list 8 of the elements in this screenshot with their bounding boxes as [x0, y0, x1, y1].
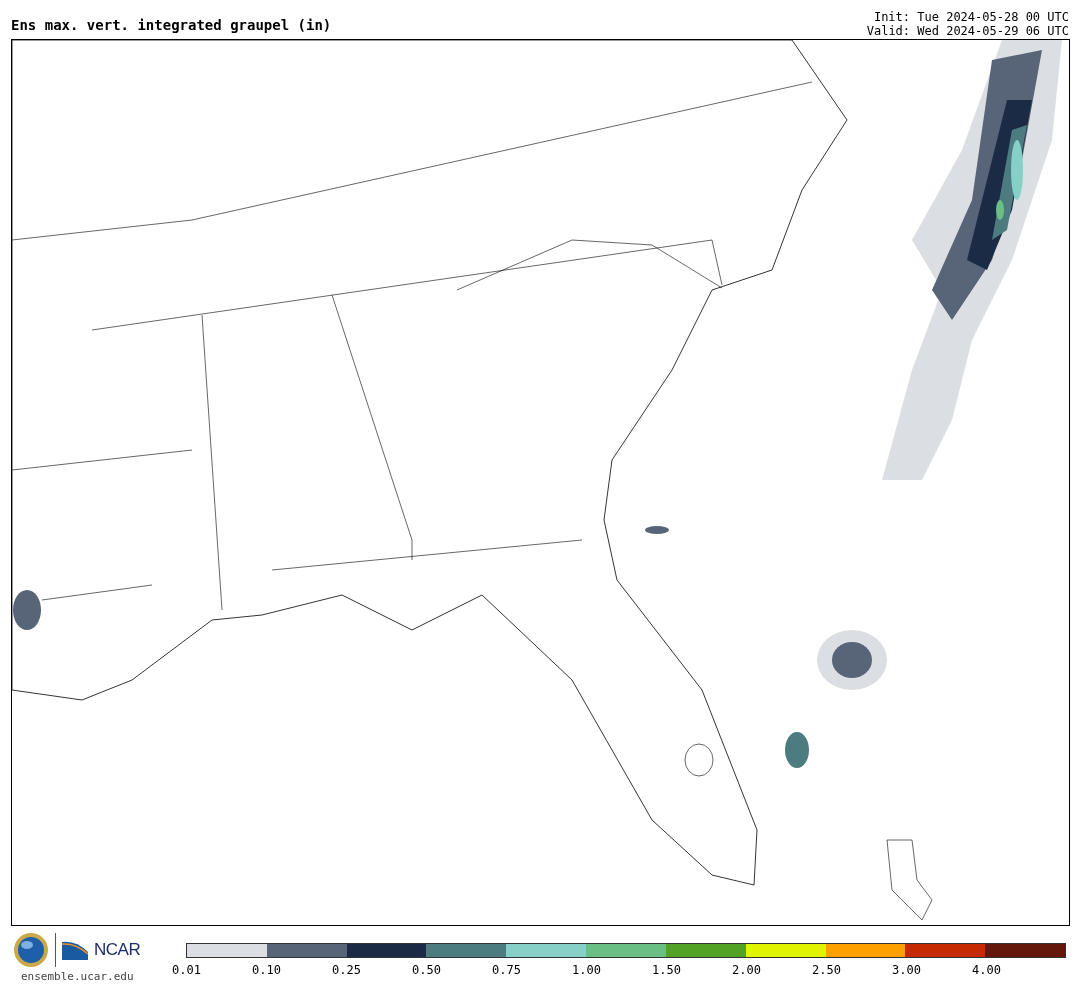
website-url: ensemble.ucar.edu	[21, 970, 134, 983]
chart-title: Ens max. vert. integrated graupel (in)	[11, 17, 332, 33]
scale-label: 4.00	[972, 963, 1002, 977]
logo-text: NCAR	[94, 940, 141, 960]
forecast-time: Valid: Wed 2024-05-29 06 UTC	[866, 24, 1069, 38]
forecast-time: Init: Tue 2024-05-28 00 UTC	[873, 10, 1069, 24]
wave-logo-icon	[62, 940, 88, 960]
globe-logo-icon	[13, 932, 49, 968]
